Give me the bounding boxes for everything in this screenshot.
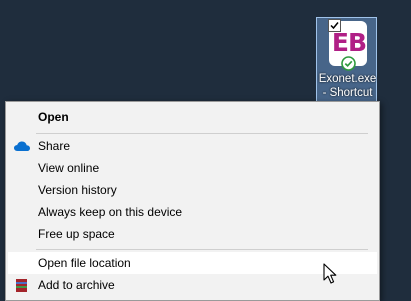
menu-item-free-up-space[interactable]: Free up space: [8, 223, 377, 245]
menu-item-label: View online: [38, 161, 100, 175]
check-icon: [330, 22, 339, 30]
menu-item-open[interactable]: Open: [8, 106, 377, 128]
menu-separator: [36, 249, 368, 250]
selection-checkbox[interactable]: [328, 19, 341, 32]
desktop-shortcut-exonet[interactable]: EB Exonet.exe - Shortcut: [316, 17, 377, 102]
menu-separator: [36, 133, 368, 134]
winrar-icon: [16, 279, 27, 292]
menu-item-open-file-location[interactable]: Open file location: [8, 252, 377, 274]
menu-item-view-online[interactable]: View online: [8, 157, 377, 179]
menu-item-add-to-archive[interactable]: Add to archive: [8, 274, 377, 296]
menu-item-version-history[interactable]: Version history: [8, 179, 377, 201]
app-logo-text: EB: [331, 28, 367, 57]
onedrive-cloud-icon: [14, 141, 30, 151]
menu-item-label: Open: [38, 110, 69, 124]
menu-item-label: Add to archive: [38, 278, 115, 292]
mouse-cursor-icon: [323, 263, 337, 284]
shortcut-label: Exonet.exe - Shortcut: [318, 73, 377, 99]
menu-item-label: Always keep on this device: [38, 205, 183, 219]
menu-item-always-keep[interactable]: Always keep on this device: [8, 201, 377, 223]
menu-item-label: Free up space: [38, 227, 115, 241]
sync-check-icon: [341, 56, 356, 71]
menu-item-label: Open file location: [38, 256, 131, 270]
menu-item-share[interactable]: Share: [8, 135, 377, 157]
menu-item-label: Version history: [38, 183, 117, 197]
menu-item-label: Share: [38, 139, 71, 153]
